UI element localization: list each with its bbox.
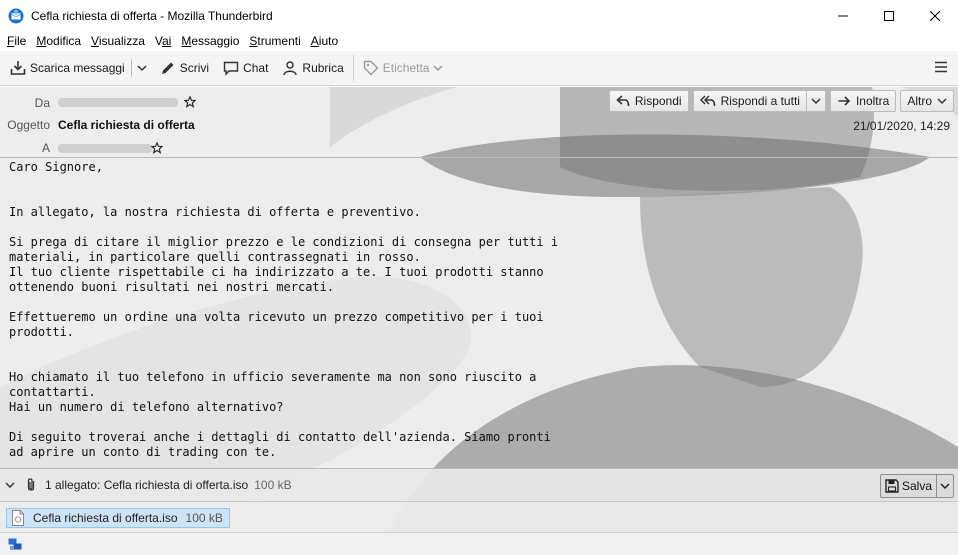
from-label: Da — [34, 96, 50, 110]
attachment-name: Cefla richiesta di offerta.iso — [33, 511, 178, 525]
body-line: prodotti. — [9, 325, 75, 339]
hamburger-icon[interactable] — [934, 60, 948, 74]
contacts-icon — [283, 61, 298, 76]
attachment-size: 100 kB — [185, 511, 223, 525]
reply-icon — [616, 95, 630, 107]
chat-button[interactable]: Chat — [219, 55, 272, 81]
chevron-down-icon[interactable] — [5, 480, 15, 490]
body-line — [9, 220, 709, 235]
reply-all-button[interactable]: Rispondi a tutti — [692, 90, 807, 112]
maximize-button[interactable] — [866, 0, 912, 31]
menu-edit[interactable]: Modifica — [31, 34, 86, 48]
body-line: contattarti. — [9, 385, 96, 399]
menu-tools[interactable]: Strumenti — [244, 34, 305, 48]
body-line — [9, 175, 709, 190]
message-pane: Da Rispondi Rispondi a tutti Inoltra Alt… — [0, 87, 958, 555]
get-messages-button[interactable]: Scarica messaggi — [6, 55, 129, 81]
window-title: Cefla richiesta di offerta - Mozilla Thu… — [31, 8, 273, 23]
close-button[interactable] — [912, 0, 958, 31]
subject-label: Oggetto — [7, 118, 50, 132]
toolbar-separator — [352, 55, 354, 81]
body-line: materiali, in particolare quelli contras… — [9, 250, 421, 264]
forward-icon — [838, 96, 851, 106]
body-line: Effettueremo un ordine una volta ricevut… — [9, 310, 544, 324]
body-line — [9, 355, 709, 370]
body-line — [9, 340, 709, 355]
get-messages-dropdown[interactable] — [134, 55, 150, 81]
message-date: 21/01/2020, 14:29 — [853, 119, 950, 133]
star-icon[interactable] — [151, 142, 163, 154]
attachment-summary: 1 allegato: Cefla richiesta di offerta.i… — [45, 478, 292, 492]
body-line: Si prega di citare il miglior prezzo e l… — [9, 235, 559, 249]
tag-icon — [363, 60, 379, 76]
body-line: Il tuo cliente rispettabile ci ha indiri… — [9, 265, 544, 279]
body-line: Di seguito troverai anche i dettagli di … — [9, 430, 551, 444]
redacted-sender[interactable] — [58, 98, 178, 107]
to-label: A — [41, 141, 50, 155]
menu-view[interactable]: Visualizza — [86, 34, 150, 48]
chevron-down-icon — [811, 98, 821, 105]
attachment-item[interactable]: Cefla richiesta di offerta.iso 100 kB — [6, 508, 230, 528]
chevron-down-icon — [940, 483, 950, 490]
attachment-list: Cefla richiesta di offerta.iso 100 kB — [0, 502, 958, 532]
paperclip-icon — [27, 478, 35, 491]
forward-button[interactable]: Inoltra — [829, 90, 897, 112]
address-book-button[interactable]: Rubrica — [278, 55, 347, 81]
body-line: ottenendo buoni risultati nei nostri mer… — [9, 280, 335, 294]
body-line — [9, 190, 709, 205]
reply-button[interactable]: Rispondi — [608, 90, 689, 112]
menu-help[interactable]: Aiuto — [306, 34, 343, 48]
network-status-icon[interactable] — [8, 538, 22, 551]
floppy-disk-icon — [885, 479, 899, 493]
close-icon — [930, 10, 940, 21]
pencil-icon — [161, 62, 174, 74]
download-tray-icon — [10, 61, 26, 75]
body-line: Hai un numero di telefono alternativo? — [9, 400, 284, 414]
message-header: Da Rispondi Rispondi a tutti Inoltra Alt… — [0, 87, 958, 158]
save-button[interactable]: Salva — [879, 474, 937, 498]
save-group: Salva — [879, 474, 954, 498]
toolbar-split — [130, 59, 132, 77]
menu-bar: File Modifica Visualizza Vai Messaggio S… — [0, 31, 958, 51]
menu-file[interactable]: File — [2, 34, 31, 48]
reply-all-group: Rispondi a tutti — [692, 90, 826, 112]
title-bar: Cefla richiesta di offerta - Mozilla Thu… — [0, 0, 958, 31]
menu-go[interactable]: Vai — [150, 34, 176, 48]
message-subject: Cefla richiesta di offerta — [58, 118, 195, 132]
body-line: ad aprire un conto di trading con te. — [9, 445, 277, 459]
tag-button[interactable]: Etichetta — [359, 55, 448, 81]
attachment-summary-size: 100 kB — [254, 478, 292, 492]
chevron-down-icon — [433, 65, 444, 72]
thunderbird-icon — [8, 8, 24, 23]
chevron-down-icon — [137, 65, 147, 72]
reply-all-icon — [699, 95, 715, 107]
maximize-icon — [884, 10, 894, 21]
body-line: In allegato, la nostra richiesta di offe… — [9, 205, 421, 219]
reply-all-dropdown[interactable] — [806, 90, 826, 112]
minimize-icon — [838, 15, 848, 16]
save-dropdown[interactable] — [937, 474, 954, 498]
reply-toolbar: Rispondi Rispondi a tutti Inoltra Altro — [605, 90, 954, 112]
attachment-bar[interactable]: 1 allegato: Cefla richiesta di offerta.i… — [0, 468, 958, 502]
file-icon — [12, 510, 24, 526]
menu-message[interactable]: Messaggio — [176, 34, 244, 48]
main-toolbar: Scarica messaggi Scrivi Chat Rubrica Eti… — [0, 51, 958, 86]
body-line: Caro Signore, — [9, 160, 103, 174]
chevron-down-icon — [937, 98, 947, 105]
write-button[interactable]: Scrivi — [156, 55, 213, 81]
chat-bubble-icon — [223, 61, 239, 76]
more-button[interactable]: Altro — [900, 90, 954, 112]
star-icon[interactable] — [184, 96, 196, 108]
message-body: Caro Signore, In allegato, la nostra ric… — [9, 160, 709, 466]
redacted-recipient[interactable] — [58, 144, 152, 153]
body-line: Ho chiamato il tuo telefono in ufficio s… — [9, 370, 537, 384]
window-controls — [820, 0, 958, 31]
minimize-button[interactable] — [820, 0, 866, 31]
body-line — [9, 295, 709, 310]
status-bar — [0, 532, 958, 555]
body-line — [9, 415, 709, 430]
